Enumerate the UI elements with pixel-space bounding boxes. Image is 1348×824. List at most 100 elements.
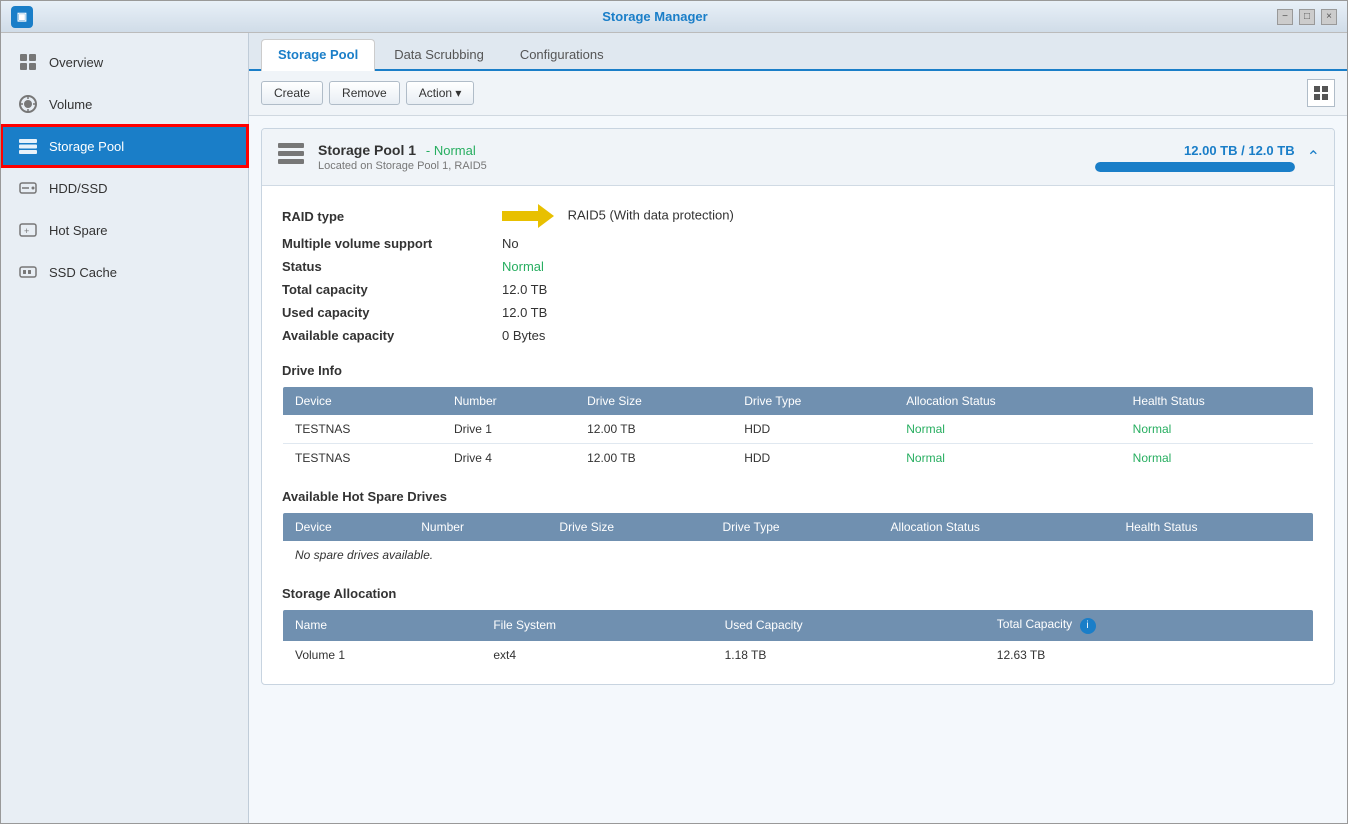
multiple-volume-row: Multiple volume support No [282,232,1314,255]
hdd-icon [17,177,39,199]
ssd-cache-icon [17,261,39,283]
tab-configurations[interactable]: Configurations [503,39,621,69]
raid-type-value: RAID5 (With data protection) [502,204,734,228]
sidebar-label-overview: Overview [49,55,103,70]
cell-type: HDD [732,415,894,444]
overview-icon [17,51,39,73]
table-row[interactable]: TESTNAS Drive 4 12.00 TB HDD Normal Norm… [283,444,1314,473]
table-row[interactable]: Volume 1 ext4 1.18 TB 12.63 TB [283,641,1314,670]
sidebar-label-hot-spare: Hot Spare [49,223,108,238]
sidebar: Overview Volume [1,33,249,823]
multiple-volume-label: Multiple volume support [282,236,502,251]
sa-cell-name: Volume 1 [283,641,482,670]
cell-number: Drive 4 [442,444,575,473]
sa-cell-total: 12.63 TB [985,641,1314,670]
tab-storage-pool[interactable]: Storage Pool [261,39,375,71]
pool-title: Storage Pool 1 - Normal [318,142,1083,158]
total-capacity-label: Total capacity [282,282,502,297]
close-button[interactable]: × [1321,9,1337,25]
col-drive-size: Drive Size [575,387,732,416]
remove-button[interactable]: Remove [329,81,400,105]
pool-capacity-text: 12.00 TB / 12.0 TB [1095,143,1295,158]
status-row: Status Normal [282,255,1314,278]
raid-type-row: RAID type RAID5 (With data protection) [282,200,1314,232]
pool-capacity-bar [1095,162,1295,172]
no-spare-message: No spare drives available. [283,541,1314,570]
pool-container: Storage Pool 1 - Normal Located on Stora… [249,116,1347,823]
sidebar-item-volume[interactable]: Volume [1,83,248,125]
col-health-status: Health Status [1121,387,1314,416]
content-area: Storage Pool Data Scrubbing Configuratio… [249,33,1347,823]
cell-allocation: Normal [894,444,1120,473]
pool-chevron-button[interactable]: ⌃ [1307,147,1320,167]
main-layout: Overview Volume [1,33,1347,823]
sa-col-used: Used Capacity [713,610,985,641]
hot-spare-title: Available Hot Spare Drives [282,489,1314,504]
cell-number: Drive 1 [442,415,575,444]
available-capacity-row: Available capacity 0 Bytes [282,324,1314,347]
tab-data-scrubbing[interactable]: Data Scrubbing [377,39,501,69]
col-allocation-status: Allocation Status [894,387,1120,416]
cell-device: TESTNAS [283,444,442,473]
action-button[interactable]: Action ▾ [406,81,475,105]
used-capacity-label: Used capacity [282,305,502,320]
title-bar: ▣ Storage Manager − □ × [1,1,1347,33]
pool-capacity-fill [1095,162,1295,172]
pool-details: RAID type RAID5 (With data protection) [262,186,1334,684]
pool-status-badge: - Normal [426,143,476,158]
sa-col-total: Total Capacity i [985,610,1314,641]
total-capacity-info-icon[interactable]: i [1080,618,1096,634]
storage-allocation-table: Name File System Used Capacity Total Cap… [282,609,1314,670]
grid-view-button[interactable] [1307,79,1335,107]
hot-spare-icon: + [17,219,39,241]
hs-col-type: Drive Type [710,513,878,542]
drive-info-header-row: Device Number Drive Size Drive Type Allo… [283,387,1314,416]
create-button[interactable]: Create [261,81,323,105]
raid-type-label: RAID type [282,209,502,224]
cell-device: TESTNAS [283,415,442,444]
maximize-button[interactable]: □ [1299,9,1315,25]
pool-header: Storage Pool 1 - Normal Located on Stora… [262,129,1334,186]
total-capacity-row: Total capacity 12.0 TB [282,278,1314,301]
main-window: ▣ Storage Manager − □ × Overv [0,0,1348,824]
drive-info-table: Device Number Drive Size Drive Type Allo… [282,386,1314,473]
sidebar-item-overview[interactable]: Overview [1,41,248,83]
cell-health: Normal [1121,444,1314,473]
volume-icon [17,93,39,115]
hs-col-health: Health Status [1113,513,1313,542]
sidebar-item-hot-spare[interactable]: + Hot Spare [1,209,248,251]
app-logo: ▣ [11,6,33,28]
sidebar-label-hdd-ssd: HDD/SSD [49,181,108,196]
pool-icon [276,139,306,175]
sa-cell-used: 1.18 TB [713,641,985,670]
cell-size: 12.00 TB [575,444,732,473]
storage-pool-icon [17,135,39,157]
total-capacity-value: 12.0 TB [502,282,547,297]
sidebar-item-hdd-ssd[interactable]: HDD/SSD [1,167,248,209]
hs-col-number: Number [409,513,547,542]
cell-type: HDD [732,444,894,473]
pool-subtitle: Located on Storage Pool 1, RAID5 [318,160,1083,172]
pool-title-area: Storage Pool 1 - Normal Located on Stora… [318,142,1083,172]
minimize-button[interactable]: − [1277,9,1293,25]
available-capacity-label: Available capacity [282,328,502,343]
status-label: Status [282,259,502,274]
svg-text:+: + [24,226,29,236]
col-device: Device [283,387,442,416]
cell-size: 12.00 TB [575,415,732,444]
sidebar-label-storage-pool: Storage Pool [49,139,124,154]
hs-col-device: Device [283,513,410,542]
drive-info-title: Drive Info [282,363,1314,378]
available-capacity-value: 0 Bytes [502,328,545,343]
hs-col-allocation: Allocation Status [879,513,1114,542]
sa-col-fs: File System [481,610,712,641]
sa-col-name: Name [283,610,482,641]
sidebar-label-volume: Volume [49,97,92,112]
used-capacity-value: 12.0 TB [502,305,547,320]
table-row[interactable]: TESTNAS Drive 1 12.00 TB HDD Normal Norm… [283,415,1314,444]
col-number: Number [442,387,575,416]
window-title: Storage Manager [33,9,1277,24]
used-capacity-row: Used capacity 12.0 TB [282,301,1314,324]
sidebar-item-storage-pool[interactable]: Storage Pool [1,125,248,167]
sidebar-item-ssd-cache[interactable]: SSD Cache [1,251,248,293]
